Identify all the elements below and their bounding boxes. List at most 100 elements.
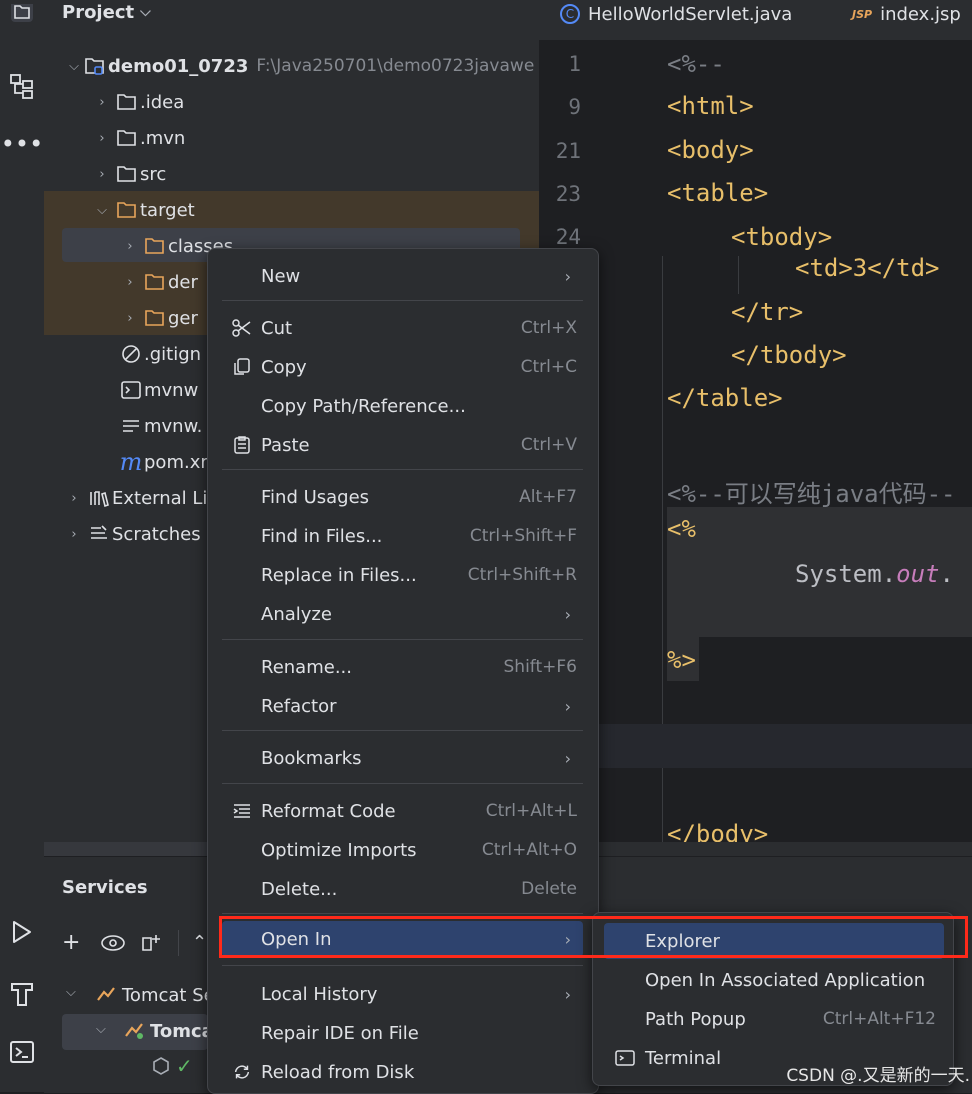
code-line[interactable]: System.out. bbox=[795, 560, 954, 588]
maven-icon: m bbox=[119, 448, 143, 476]
chevron-right-icon: › bbox=[564, 748, 571, 768]
chevron-down-icon: ⌵ bbox=[140, 4, 151, 20]
chevron-right-icon: › bbox=[564, 266, 571, 286]
chevron-right-icon[interactable]: › bbox=[94, 131, 110, 146]
menu-item-paste[interactable]: Paste Ctrl+V bbox=[222, 427, 583, 463]
code-line[interactable]: </tbody> bbox=[731, 341, 847, 369]
menu-item-analyze[interactable]: Analyze › bbox=[222, 596, 583, 632]
chevron-right-icon: › bbox=[564, 984, 571, 1004]
code-line[interactable]: <td>3</td> bbox=[795, 254, 940, 282]
chevron-down-icon[interactable]: ⌵ bbox=[94, 203, 110, 218]
tree-label: src bbox=[140, 163, 167, 185]
code-line[interactable]: %> bbox=[667, 646, 696, 674]
tree-label: mvnw bbox=[144, 379, 199, 401]
add-icon[interactable]: + bbox=[62, 930, 80, 955]
menu-item-rename[interactable]: Rename... Shift+F6 bbox=[222, 649, 583, 685]
editor-scrollbar[interactable] bbox=[598, 842, 972, 856]
chevron-right-icon[interactable]: › bbox=[66, 527, 82, 542]
menu-item-label: Copy Path/Reference... bbox=[261, 395, 466, 417]
menu-item-local-history[interactable]: Local History › bbox=[222, 976, 583, 1012]
chevron-right-icon[interactable]: › bbox=[94, 95, 110, 110]
chevron-right-icon[interactable]: › bbox=[122, 239, 138, 254]
tree-row-target[interactable]: ⌵ target bbox=[44, 192, 539, 228]
eye-icon[interactable] bbox=[100, 932, 126, 958]
project-panel-title: Project bbox=[62, 1, 135, 23]
excluded-folder-icon bbox=[114, 201, 140, 219]
line-number: 23 bbox=[555, 182, 581, 206]
menu-item-replace-in-files[interactable]: Replace in Files... Ctrl+Shift+R bbox=[222, 557, 583, 593]
tree-row-mvn[interactable]: › .mvn bbox=[44, 120, 539, 156]
shortcut-hint: Delete bbox=[521, 879, 577, 899]
menu-item-copy[interactable]: Copy Ctrl+C bbox=[222, 349, 583, 385]
excluded-folder-icon bbox=[142, 273, 168, 291]
tab-index-jsp[interactable]: JSP index.jsp bbox=[852, 0, 961, 28]
tree-row-module[interactable]: ⌵ demo01_0723 F:\Java250701\demo0723java… bbox=[44, 48, 539, 84]
submenu-item-path-popup[interactable]: Path Popup Ctrl+Alt+F12 bbox=[604, 1001, 944, 1037]
code-line[interactable]: <%--可以写纯java代码-- bbox=[667, 474, 956, 509]
chevron-right-icon[interactable]: › bbox=[122, 311, 138, 326]
menu-item-refactor[interactable]: Refactor › bbox=[222, 688, 583, 724]
menu-item-cut[interactable]: Cut Ctrl+X bbox=[222, 310, 583, 346]
code-line[interactable]: <html> bbox=[667, 92, 754, 120]
code-line[interactable]: <body> bbox=[667, 136, 754, 164]
chevron-right-icon[interactable]: › bbox=[122, 275, 138, 290]
menu-item-find-in-files[interactable]: Find in Files... Ctrl+Shift+F bbox=[222, 518, 583, 554]
shortcut-hint: Ctrl+X bbox=[520, 318, 577, 338]
scissors-icon bbox=[232, 319, 252, 337]
excluded-folder-icon bbox=[142, 309, 168, 327]
more-tools-icon[interactable]: ••• bbox=[0, 130, 44, 158]
build-tool-icon[interactable] bbox=[0, 975, 44, 1011]
terminal-tool-icon[interactable] bbox=[0, 1036, 44, 1068]
tree-label: target bbox=[140, 199, 195, 221]
code-line[interactable]: </table> bbox=[667, 384, 783, 412]
submenu-item-associated-application[interactable]: Open In Associated Application bbox=[604, 962, 944, 998]
expand-all-icon[interactable]: ⌃ bbox=[192, 932, 207, 953]
menu-item-label: Terminal bbox=[645, 1047, 722, 1069]
menu-item-label: Analyze bbox=[261, 603, 332, 625]
chevron-right-icon[interactable]: › bbox=[66, 491, 82, 506]
code-line[interactable]: </tr> bbox=[731, 298, 803, 326]
project-tool-icon[interactable] bbox=[0, 0, 44, 30]
jsp-file-icon: JSP bbox=[852, 7, 873, 21]
chevron-down-icon[interactable]: ⌵ bbox=[66, 985, 76, 1000]
code-line[interactable]: <%-- bbox=[667, 50, 725, 78]
library-icon bbox=[86, 488, 112, 508]
chevron-down-icon[interactable]: ⌵ bbox=[66, 59, 82, 74]
service-tomcat-server[interactable]: Tomcat Se bbox=[122, 985, 215, 1006]
code-line[interactable]: <tbody> bbox=[731, 223, 832, 251]
project-panel-header[interactable]: Project ⌵ bbox=[62, 0, 151, 24]
code-line[interactable]: <table> bbox=[667, 179, 768, 207]
menu-item-bookmarks[interactable]: Bookmarks › bbox=[222, 740, 583, 776]
tree-row-idea[interactable]: › .idea bbox=[44, 84, 539, 120]
new-group-icon[interactable] bbox=[140, 932, 166, 958]
menu-item-find-usages[interactable]: Find Usages Alt+F7 bbox=[222, 479, 583, 515]
menu-item-optimize-imports[interactable]: Optimize Imports Ctrl+Alt+O bbox=[222, 832, 583, 868]
chevron-right-icon[interactable]: › bbox=[94, 167, 110, 182]
structure-tool-icon[interactable] bbox=[0, 70, 44, 102]
module-path: F:\Java250701\demo0723javawe bbox=[256, 56, 535, 76]
activity-strip: ••• bbox=[0, 0, 45, 1092]
highlight-box bbox=[219, 916, 968, 958]
code-token: out bbox=[896, 560, 940, 588]
run-tool-icon[interactable] bbox=[0, 916, 44, 948]
chevron-down-icon[interactable]: ⌵ bbox=[96, 1022, 106, 1037]
service-tomcat-instance[interactable]: Tomca bbox=[150, 1021, 214, 1042]
folder-icon bbox=[114, 93, 140, 111]
shortcut-hint: Ctrl+C bbox=[520, 357, 577, 377]
menu-item-reformat-code[interactable]: Reformat Code Ctrl+Alt+L bbox=[222, 793, 583, 829]
menu-item-new[interactable]: New › bbox=[222, 258, 583, 294]
code-line[interactable]: <% bbox=[667, 515, 696, 543]
menu-item-reload-from-disk[interactable]: Reload from Disk bbox=[222, 1054, 583, 1090]
excluded-folder-icon bbox=[142, 237, 168, 255]
tab-helloworldservlet[interactable]: C HelloWorldServlet.java bbox=[560, 0, 792, 28]
shortcut-hint: Alt+F7 bbox=[519, 487, 577, 507]
shortcut-hint: Shift+F6 bbox=[503, 657, 577, 677]
tree-row-src[interactable]: › src bbox=[44, 156, 539, 192]
module-name: demo01_0723 bbox=[108, 55, 249, 77]
menu-item-repair-ide[interactable]: Repair IDE on File bbox=[222, 1015, 583, 1051]
menu-item-delete[interactable]: Delete... Delete bbox=[222, 871, 583, 907]
code-token: System. bbox=[795, 560, 897, 588]
menu-item-copy-path[interactable]: Copy Path/Reference... bbox=[222, 388, 583, 424]
menu-item-label: Find Usages bbox=[261, 486, 370, 508]
menu-item-label: Reload from Disk bbox=[261, 1061, 415, 1083]
